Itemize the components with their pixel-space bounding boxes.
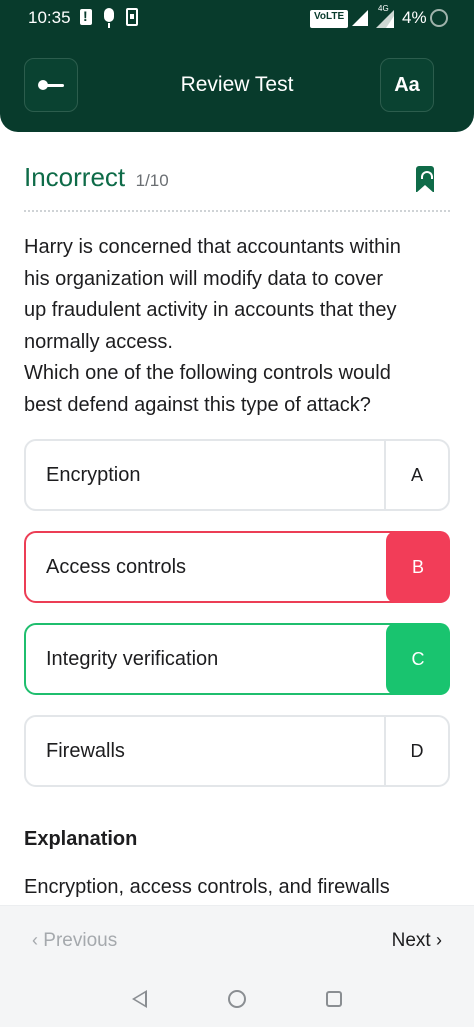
signal-icon [352, 10, 368, 26]
option-text: Access controls [46, 556, 187, 578]
font-size-button[interactable]: Aa [380, 58, 434, 112]
option-letter: A [384, 441, 448, 509]
next-label: Next [391, 930, 431, 951]
battery-percent: 4% [402, 8, 427, 27]
previous-label: Previous [43, 930, 118, 951]
option-text: Encryption [46, 464, 141, 486]
signal-4g-fill [386, 16, 394, 28]
chevron-left-icon: ‹ [32, 930, 38, 950]
network-type: 4G [378, 4, 389, 13]
microphone-icon [104, 8, 114, 28]
result-label: Incorrect [24, 162, 126, 192]
option-d[interactable]: Firewalls D [24, 715, 450, 787]
system-recents-icon[interactable] [326, 991, 342, 1007]
result-row: Incorrect 1/10 [24, 162, 450, 198]
question-counter: 1/10 [135, 171, 169, 190]
next-button[interactable]: Next › [392, 930, 442, 952]
app-header: 10:35 VoLTE 4G 4% Review Test Aa [0, 0, 474, 132]
option-letter: D [384, 717, 448, 785]
question-text: Harry is concerned that accountants with… [24, 236, 401, 416]
system-back-icon[interactable] [132, 990, 147, 1008]
system-home-icon[interactable] [228, 990, 246, 1008]
bookmark-icon[interactable] [416, 166, 434, 193]
option-text: Integrity verification [46, 648, 219, 670]
option-b[interactable]: Access controls B [24, 531, 450, 603]
divider [24, 210, 450, 212]
explanation-title: Explanation [24, 828, 138, 850]
alert-icon [80, 8, 92, 25]
option-letter: C [386, 623, 450, 695]
system-nav-bar [0, 973, 474, 1027]
volte-badge: VoLTE [310, 10, 349, 28]
battery-icon [430, 9, 448, 27]
option-c[interactable]: Integrity verification C [24, 623, 450, 695]
phone-icon [126, 8, 138, 26]
status-bar: 10:35 VoLTE 4G 4% [0, 0, 474, 36]
option-text: Firewalls [46, 740, 125, 762]
chevron-right-icon: › [436, 930, 442, 950]
previous-button[interactable]: ‹ Previous [32, 930, 117, 952]
status-time: 10:35 [28, 8, 71, 27]
explanation-text: Encryption, access controls, and firewal… [24, 876, 390, 898]
question-navigation: ‹ Previous Next › [0, 905, 474, 973]
option-a[interactable]: Encryption A [24, 439, 450, 511]
option-letter: B [386, 531, 450, 603]
